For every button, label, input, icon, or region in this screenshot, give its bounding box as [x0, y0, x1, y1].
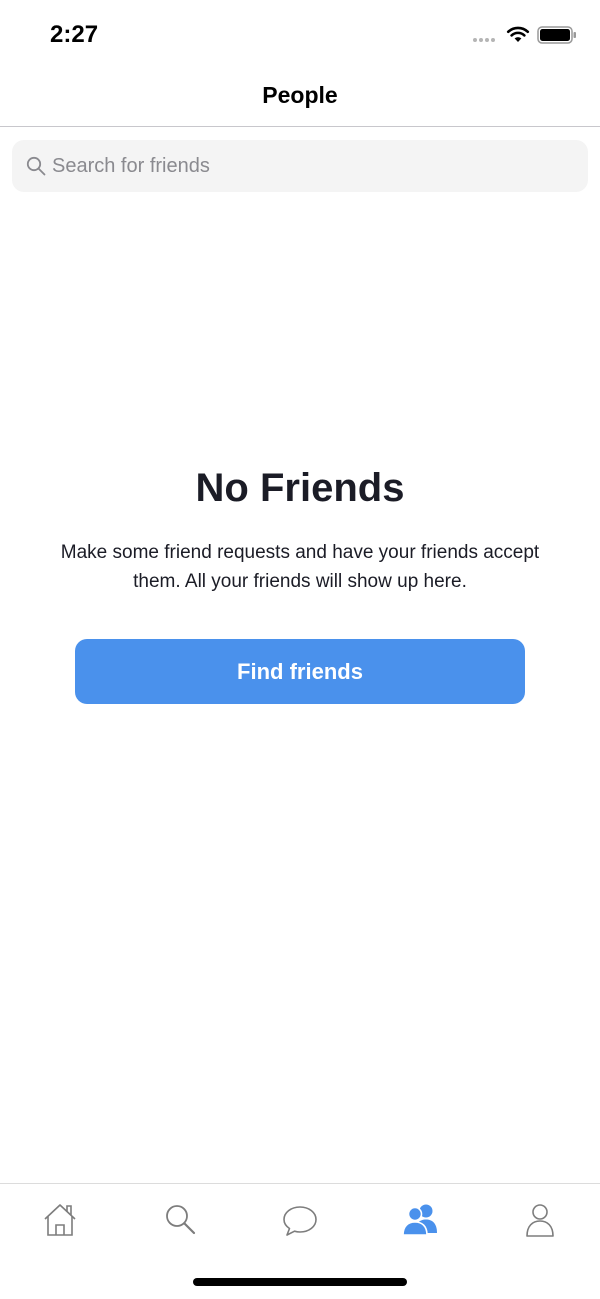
tab-people[interactable]: [396, 1198, 444, 1242]
tab-messages[interactable]: [276, 1198, 324, 1242]
tab-home[interactable]: [36, 1198, 84, 1242]
page-title: People: [262, 82, 338, 108]
person-icon: [526, 1204, 554, 1237]
search-input[interactable]: [52, 146, 572, 186]
tab-search[interactable]: [156, 1198, 204, 1242]
navigation-bar: People: [0, 70, 600, 127]
wifi-icon: [506, 26, 530, 42]
find-friends-button[interactable]: Find friends: [75, 639, 525, 704]
empty-state-title: No Friends: [195, 466, 405, 510]
chat-bubble-icon: [283, 1206, 317, 1236]
battery-icon: [537, 26, 576, 44]
search-bar[interactable]: [12, 140, 588, 192]
home-indicator: [193, 1278, 407, 1286]
empty-state-message: Make some friend requests and have your …: [60, 542, 540, 592]
people-screen: 2:27 People No Friends Make some friend …: [0, 0, 600, 1299]
home-icon: [44, 1204, 76, 1236]
people-icon: [402, 1204, 437, 1236]
tab-profile[interactable]: [516, 1198, 564, 1242]
search-icon: [166, 1205, 196, 1235]
cellular-signal-icon: [473, 38, 495, 42]
status-time: 2:27: [50, 21, 99, 48]
search-icon: [26, 156, 46, 176]
status-bar: 2:27: [0, 0, 600, 70]
